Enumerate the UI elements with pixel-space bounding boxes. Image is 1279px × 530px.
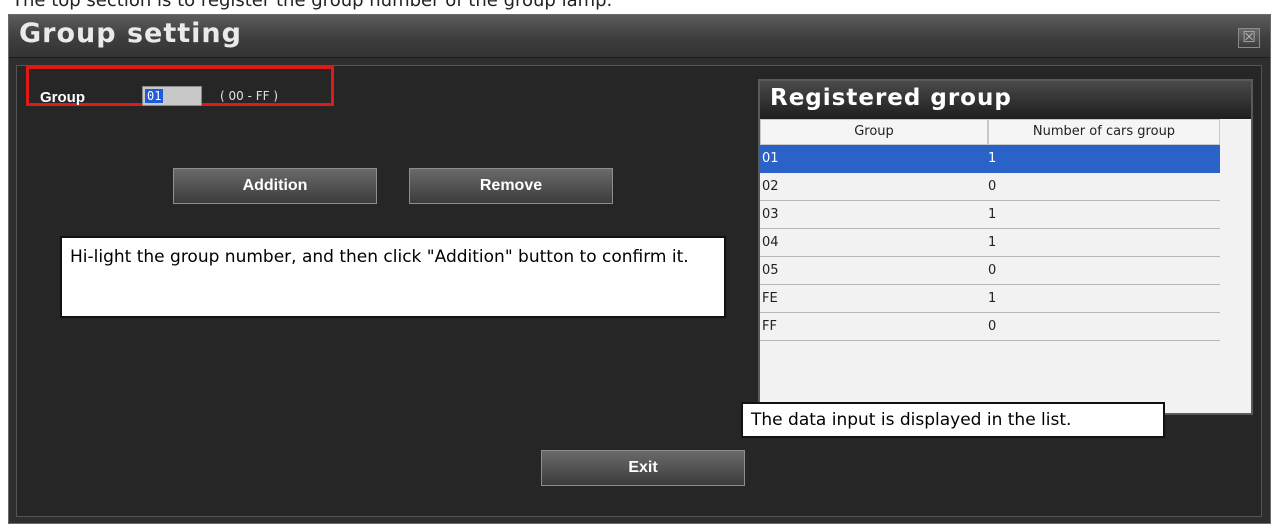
table-row[interactable]: FE 1 xyxy=(760,285,1220,313)
cell-group: FE xyxy=(762,291,778,306)
exit-button[interactable]: Exit xyxy=(541,450,745,486)
panel-header: Registered group xyxy=(760,81,1251,119)
registered-group-panel: Registered group Group Number of cars gr… xyxy=(758,79,1253,415)
table-row[interactable]: 02 0 xyxy=(760,173,1220,201)
cell-cars: 1 xyxy=(988,235,997,250)
table-row[interactable]: 04 1 xyxy=(760,229,1220,257)
caption-text: The top section is to register the group… xyxy=(12,0,613,11)
remove-button[interactable]: Remove xyxy=(409,168,613,204)
cell-cars: 1 xyxy=(988,291,997,306)
cell-cars: 0 xyxy=(988,263,997,278)
group-number-input[interactable]: 01 xyxy=(142,86,202,106)
cell-group: 04 xyxy=(762,235,779,250)
clipped-caption: The top section is to register the group… xyxy=(0,0,1279,14)
cell-cars: 1 xyxy=(988,151,997,166)
cell-cars: 0 xyxy=(988,319,997,334)
cell-group: 03 xyxy=(762,207,779,222)
addition-button[interactable]: Addition xyxy=(173,168,377,204)
cell-group: FF xyxy=(762,319,777,334)
cell-group: 05 xyxy=(762,263,779,278)
cell-cars: 0 xyxy=(988,179,997,194)
table-row[interactable]: 01 1 xyxy=(760,145,1220,173)
list-note: The data input is displayed in the list. xyxy=(741,402,1165,438)
panel-title: Registered group xyxy=(770,85,1012,111)
cell-group: 01 xyxy=(762,151,779,166)
table-row[interactable]: 03 1 xyxy=(760,201,1220,229)
window-title: Group setting xyxy=(19,18,242,49)
title-bar: Group setting ☒ xyxy=(9,15,1270,58)
column-header-cars[interactable]: Number of cars group xyxy=(988,119,1220,145)
instruction-note: Hi-light the group number, and then clic… xyxy=(60,236,726,318)
group-label: Group xyxy=(40,89,85,106)
column-header-group[interactable]: Group xyxy=(760,119,988,145)
cell-cars: 1 xyxy=(988,207,997,222)
group-input-value: 01 xyxy=(145,89,164,103)
table-row[interactable]: 05 0 xyxy=(760,257,1220,285)
group-range-hint: ( 00 - FF ) xyxy=(220,89,279,103)
cell-group: 02 xyxy=(762,179,779,194)
close-icon[interactable]: ☒ xyxy=(1238,28,1260,48)
table-row[interactable]: FF 0 xyxy=(760,313,1220,341)
